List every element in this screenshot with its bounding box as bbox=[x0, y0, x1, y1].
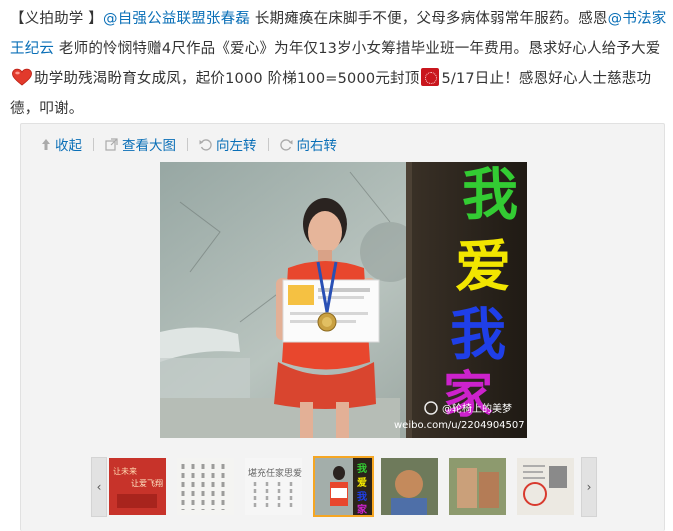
thumbnail-1-text-2: 让爱飞翔 bbox=[131, 478, 163, 488]
rotate-left-label: 向左转 bbox=[216, 138, 257, 154]
view-large-label: 查看大图 bbox=[122, 138, 176, 154]
seal-emoji-icon bbox=[421, 68, 440, 86]
media-box: 收起 查看大图 向左转 向右转 我 爱 我 家 @轮椅上的美梦 weibo.co… bbox=[20, 123, 665, 531]
thumbnail-7-image bbox=[517, 458, 574, 515]
thumbnail-4-image: 我 爱 我 家 bbox=[315, 458, 372, 515]
photo-char-1: 我 bbox=[462, 163, 518, 228]
collapse-label: 收起 bbox=[55, 138, 82, 154]
toolbar-divider bbox=[93, 137, 94, 151]
heart-emoji-icon bbox=[12, 68, 32, 86]
thumbnail-4-char-1: 我 bbox=[357, 462, 367, 475]
thumbnail-1-image: 让未来 让爱飞翔 bbox=[109, 458, 166, 515]
thumbnail-1[interactable]: 让未来 让爱飞翔 bbox=[109, 458, 166, 515]
thumbnail-prev-button[interactable]: ‹ bbox=[91, 457, 107, 517]
thumbnail-next-button[interactable]: › bbox=[581, 457, 597, 517]
toolbar-divider bbox=[267, 137, 269, 151]
rotate-right-button[interactable]: 向右转 bbox=[279, 134, 338, 154]
thumbnail-4-char-2: 爱 bbox=[357, 476, 367, 489]
photo-char-3: 我 bbox=[450, 303, 506, 368]
post-segment-2: 老师的怜悯特赠4尺作品《爱心》为年仅13岁小女筹措毕业班一年费用。恳求好心人给予… bbox=[54, 41, 661, 57]
post-segment-1: 长期瘫痪在床脚手不便，父母多病体弱常年服药。感恩 bbox=[250, 11, 608, 27]
arrow-up-icon bbox=[42, 138, 50, 150]
thumbnail-4-selected[interactable]: 我 爱 我 家 bbox=[313, 456, 374, 517]
thumbnail-6-image bbox=[449, 458, 506, 515]
rotate-left-icon bbox=[199, 138, 212, 151]
view-large-button[interactable]: 查看大图 bbox=[105, 134, 176, 154]
thumbnail-strip: ‹ 让未来 让爱飞翔 堪充任家思爱心惠风 bbox=[91, 456, 597, 519]
rotate-right-label: 向右转 bbox=[296, 138, 338, 154]
thumbnail-4-char-3: 我 bbox=[357, 490, 367, 503]
photo-char-2: 爱 bbox=[455, 235, 511, 300]
main-photo[interactable]: 我 爱 我 家 @轮椅上的美梦 weibo.com/u/2204904507 bbox=[160, 162, 527, 438]
toolbar-divider bbox=[187, 137, 188, 151]
external-view-icon bbox=[105, 137, 118, 151]
photo-illustration: 我 爱 我 家 @轮椅上的美梦 weibo.com/u/2204904507 bbox=[160, 162, 527, 438]
thumbnail-2[interactable] bbox=[177, 458, 234, 515]
chevron-left-icon: ‹ bbox=[96, 480, 102, 494]
post-text: 【义拍助学 】@自强公益联盟张春磊 长期瘫痪在床脚手不便，父母多病体弱常年服药。… bbox=[10, 4, 670, 124]
thumbnail-6[interactable] bbox=[449, 458, 506, 515]
thumbnail-5-image bbox=[381, 458, 438, 515]
thumbnail-4-char-4: 家 bbox=[357, 503, 368, 515]
mention-link-zhang[interactable]: @自强公益联盟张春磊 bbox=[103, 11, 250, 27]
photo-char-4: 家 bbox=[443, 366, 493, 424]
chevron-right-icon: › bbox=[586, 480, 592, 494]
thumbnail-7[interactable] bbox=[517, 458, 574, 515]
thumbnail-3-image: 堪充任家思爱心惠风 bbox=[245, 458, 302, 515]
thumbnail-1-text-1: 让未来 bbox=[113, 466, 137, 476]
thumbnail-5[interactable] bbox=[381, 458, 438, 515]
media-toolbar: 收起 查看大图 向左转 向右转 bbox=[41, 133, 337, 155]
thumbnail-3-text: 堪充任家思爱心惠风 bbox=[248, 467, 302, 479]
rotate-right-icon bbox=[279, 138, 292, 151]
watermark-handle: @轮椅上的美梦 bbox=[442, 402, 512, 415]
thumbnail-3[interactable]: 堪充任家思爱心惠风 bbox=[245, 458, 302, 515]
thumbnail-2-image bbox=[177, 458, 234, 515]
post-tag: 【义拍助学 】 bbox=[10, 11, 104, 27]
collapse-button[interactable]: 收起 bbox=[41, 134, 82, 154]
post-segment-3: 助学助残渴盼育女成凤，起价1000 阶梯100=5000元封顶 bbox=[34, 71, 420, 87]
rotate-left-button[interactable]: 向左转 bbox=[199, 134, 257, 154]
watermark-url: weibo.com/u/2204904507 bbox=[394, 420, 525, 431]
